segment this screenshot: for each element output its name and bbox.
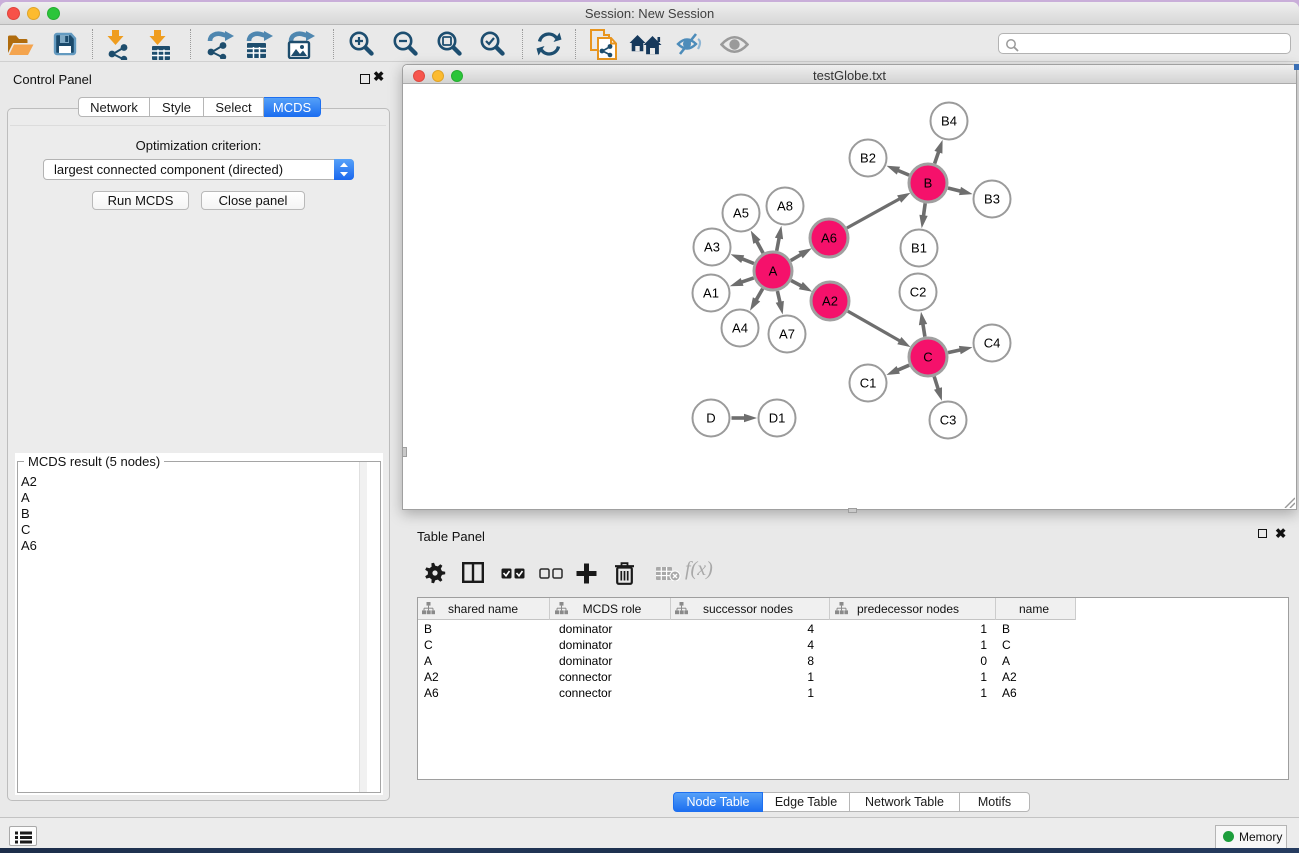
svg-text:C1: C1: [860, 376, 877, 391]
svg-text:B4: B4: [941, 114, 957, 129]
svg-text:A7: A7: [779, 327, 795, 342]
svg-text:A6: A6: [821, 231, 837, 246]
svg-text:C4: C4: [984, 336, 1001, 351]
svg-text:B: B: [924, 176, 933, 191]
svg-text:A2: A2: [822, 294, 838, 309]
svg-text:A4: A4: [732, 321, 748, 336]
svg-text:D1: D1: [769, 411, 786, 426]
svg-text:D: D: [706, 411, 715, 426]
svg-text:A3: A3: [704, 240, 720, 255]
svg-text:C2: C2: [910, 285, 927, 300]
svg-text:A1: A1: [703, 286, 719, 301]
svg-text:A5: A5: [733, 206, 749, 221]
svg-text:C3: C3: [940, 413, 957, 428]
svg-text:B2: B2: [860, 151, 876, 166]
svg-text:A: A: [769, 264, 778, 279]
svg-text:B3: B3: [984, 192, 1000, 207]
svg-text:A8: A8: [777, 199, 793, 214]
svg-text:C: C: [923, 350, 932, 365]
svg-text:B1: B1: [911, 241, 927, 256]
